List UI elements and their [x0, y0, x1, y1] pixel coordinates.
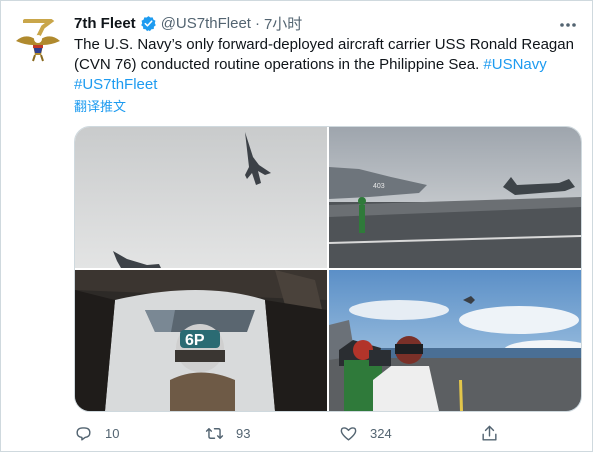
- retweet-count: 93: [236, 425, 251, 441]
- media-grid: 403 6P: [74, 126, 582, 412]
- translate-tweet-link[interactable]: 翻译推文: [74, 96, 126, 115]
- reply-icon: [76, 426, 91, 441]
- reply-button[interactable]: 10: [74, 421, 119, 445]
- photo-aircraft-crew[interactable]: 6P: [75, 270, 327, 411]
- like-count: 324: [370, 425, 392, 441]
- photo-jet-on-deck[interactable]: 403: [329, 127, 581, 268]
- verified-badge-icon: [140, 15, 156, 31]
- more-options-icon[interactable]: [558, 15, 578, 35]
- helmet-number-6p: 6P: [185, 332, 205, 349]
- tweet-text: The U.S. Navy’s only forward-deployed ai…: [74, 35, 584, 95]
- handle[interactable]: @US7thFleet: [161, 15, 251, 32]
- timestamp[interactable]: 7小时: [264, 13, 302, 34]
- retweet-icon: [205, 427, 224, 439]
- retweet-button[interactable]: 93: [205, 421, 250, 445]
- share-icon: [482, 425, 497, 441]
- display-name[interactable]: 7th Fleet: [74, 15, 136, 32]
- hashtag-us7thfleet[interactable]: #US7thFleet: [74, 76, 157, 93]
- like-button[interactable]: 324: [339, 421, 392, 445]
- share-button[interactable]: [480, 421, 499, 445]
- photo-flight-deck-crew[interactable]: [329, 270, 581, 411]
- seventh-fleet-logo-icon: [16, 19, 60, 62]
- reply-count: 10: [105, 425, 120, 441]
- heart-icon: [340, 426, 357, 441]
- jet-number-403: 403: [373, 183, 385, 190]
- action-bar: 10 93 324: [74, 421, 514, 445]
- avatar[interactable]: [13, 15, 63, 65]
- tweet-header: 7th Fleet @US7thFleet · 7小时: [74, 13, 582, 33]
- separator-dot: ·: [254, 14, 260, 32]
- photo-jets-in-sky[interactable]: [75, 127, 327, 268]
- tweet-card[interactable]: 7th Fleet @US7thFleet · 7小时 The U.S. Nav…: [0, 0, 593, 452]
- hashtag-usnavy[interactable]: #USNavy: [483, 56, 546, 73]
